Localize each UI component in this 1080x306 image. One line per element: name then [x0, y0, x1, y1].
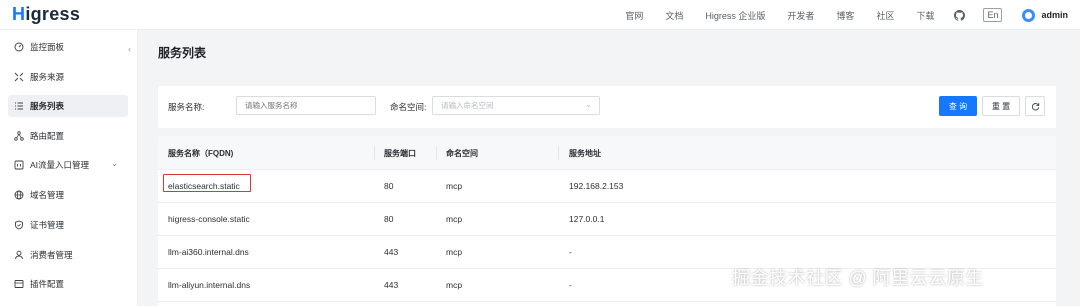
page-title: 服务列表 [158, 46, 207, 60]
sidebar-item-consumer[interactable]: 消费者管理 [8, 244, 128, 266]
table-row[interactable]: elasticsearch.static 80 mcp 192.168.2.15… [158, 170, 1056, 203]
cell-namespace: mcp [446, 247, 463, 257]
refresh-icon [1031, 102, 1039, 110]
cell-address: - [569, 247, 572, 257]
namespace-select[interactable]: 请输入命名空间 ⌄ [432, 96, 600, 115]
cell-port: 443 [384, 247, 399, 257]
column-header-port: 服务端口 [384, 149, 416, 158]
watermark: 掘金技术社区 @ 阿里云云原生 [732, 268, 984, 288]
globe-icon [14, 190, 24, 200]
sidebar: ‹ 监控面板 服务来源 服务列表 路由配置 AI流量入口管理 ⌄ 域名管理 证书… [0, 30, 138, 306]
sidebar-item-route-config[interactable]: 路由配置 [8, 125, 128, 147]
table-row[interactable]: higress-console.static 80 mcp 127.0.0.1 [158, 203, 1056, 236]
nav-enterprise[interactable]: Higress 企业版 [705, 9, 765, 22]
ai-icon [14, 160, 24, 170]
nav-official-site[interactable]: 官网 [625, 9, 643, 22]
cell-address: 127.0.0.1 [569, 214, 605, 224]
github-icon[interactable] [954, 9, 966, 21]
sidebar-item-ai-traffic[interactable]: AI流量入口管理 ⌄ [8, 154, 128, 176]
cell-namespace: mcp [446, 181, 463, 191]
route-icon [14, 131, 24, 141]
table-header: 服务名称（FQDN) 服务端口 命名空间 服务地址 [158, 136, 1056, 170]
cell-port: 80 [384, 214, 394, 224]
shield-icon [15, 220, 23, 230]
user-name[interactable]: admin [1041, 10, 1068, 20]
sidebar-item-domain[interactable]: 域名管理 [8, 184, 128, 206]
query-button[interactable]: 查 询 [939, 96, 977, 116]
cell-port: 443 [384, 280, 399, 290]
collapse-sidebar-icon[interactable]: ‹ [128, 44, 131, 54]
nav-download[interactable]: 下载 [916, 9, 934, 22]
cell-service-name: llm-aliyun.internal.dns [168, 280, 251, 290]
top-nav: 官网 文档 Higress 企业版 开发者 博客 社区 下载 En admin [625, 0, 1080, 30]
cell-namespace: mcp [446, 280, 463, 290]
cell-port: 80 [384, 181, 394, 191]
chevron-down-icon: ⌄ [585, 100, 592, 109]
language-toggle[interactable]: En [983, 8, 1003, 22]
cell-address: - [569, 280, 572, 290]
sidebar-item-plugin[interactable]: 插件配置 [8, 273, 128, 295]
nav-docs[interactable]: 文档 [665, 9, 683, 22]
cell-service-name: llm-ai360.internal.dns [168, 247, 249, 257]
source-icon [14, 72, 24, 82]
user-icon [15, 250, 23, 260]
nav-developer[interactable]: 开发者 [787, 9, 814, 22]
service-name-input[interactable] [236, 96, 376, 115]
column-header-namespace: 命名空间 [446, 149, 478, 158]
namespace-label: 命名空间: [390, 102, 427, 112]
cell-namespace: mcp [446, 214, 463, 224]
reset-button[interactable]: 重 置 [982, 96, 1020, 116]
top-bar: Higress 官网 文档 Higress 企业版 开发者 博客 社区 下载 E… [0, 0, 1080, 30]
logo[interactable]: Higress [12, 4, 80, 25]
dashboard-icon [14, 42, 24, 52]
avatar[interactable] [1022, 8, 1036, 22]
sidebar-item-certificate[interactable]: 证书管理 [8, 214, 128, 236]
list-icon [15, 102, 23, 110]
cell-service-name: higress-console.static [168, 214, 250, 224]
filter-bar: 服务名称: 命名空间: 请输入命名空间 ⌄ 查 询 重 置 [158, 86, 1056, 128]
sidebar-item-dashboard[interactable]: 监控面板 [8, 36, 128, 58]
service-name-label: 服务名称: [168, 102, 205, 112]
plugin-icon [14, 280, 24, 288]
cell-address: 192.168.2.153 [569, 181, 624, 191]
nav-community[interactable]: 社区 [876, 9, 894, 22]
sidebar-item-service-source[interactable]: 服务来源 [8, 66, 128, 88]
column-header-name: 服务名称（FQDN) [168, 149, 234, 158]
chevron-down-icon[interactable]: ⌄ [111, 159, 118, 168]
nav-blog[interactable]: 博客 [836, 9, 854, 22]
refresh-button[interactable] [1025, 96, 1045, 116]
column-header-address: 服务地址 [569, 149, 601, 158]
sidebar-item-service-list[interactable]: 服务列表 [8, 95, 128, 117]
cell-service-name: elasticsearch.static [168, 181, 240, 191]
